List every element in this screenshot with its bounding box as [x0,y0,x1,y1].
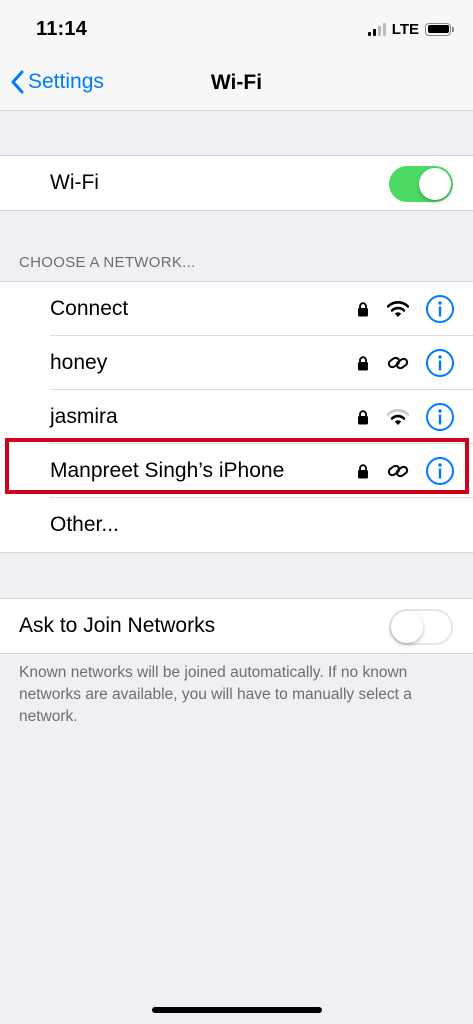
status-bar: 11:14 LTE [0,0,473,56]
wifi-row: Wi-Fi [0,156,473,210]
network-row-manpreet-iphone[interactable]: Manpreet Singh’s iPhone [0,444,473,498]
network-row-jasmira[interactable]: jasmira [0,390,473,444]
lock-icon [358,301,368,316]
network-row-connect[interactable]: Connect [0,282,473,336]
home-indicator[interactable] [152,1007,322,1013]
wifi-toggle-group: Wi-Fi [0,155,473,211]
lock-icon [358,463,368,478]
status-time: 11:14 [36,18,88,40]
navigation-bar: Settings Wi-Fi [0,56,473,111]
status-indicators: LTE [367,20,454,38]
lock-icon [358,355,368,370]
network-name: honey [50,351,108,374]
personal-hotspot-icon [387,356,409,370]
wifi-label: Wi-Fi [50,171,99,194]
lock-icon [358,409,368,424]
network-row-other[interactable]: Other... [0,498,473,552]
network-list: Connect honey jasmira Manpreet Singh’s i… [0,281,473,553]
network-row-honey[interactable]: honey [0,336,473,390]
ask-to-join-label: Ask to Join Networks [19,614,216,637]
ask-to-join-row: Ask to Join Networks [0,599,473,653]
cellular-signal-icon [367,22,386,36]
battery-icon [425,22,454,36]
network-name: jasmira [50,405,118,428]
ask-to-join-toggle[interactable] [389,609,453,645]
wifi-toggle[interactable] [389,166,453,202]
page-title: Wi-Fi [210,71,263,94]
info-icon[interactable] [425,402,455,432]
wifi-signal-icon [387,301,409,317]
network-name: Manpreet Singh’s iPhone [50,459,285,482]
network-name: Connect [50,297,129,320]
ask-to-join-group: Ask to Join Networks [0,598,473,654]
info-icon[interactable] [425,456,455,486]
wifi-signal-icon [387,409,409,425]
choose-network-header: CHOOSE A NETWORK... [19,254,196,271]
network-type-label: LTE [391,20,419,38]
info-icon[interactable] [425,348,455,378]
ask-to-join-note: Known networks will be joined automatica… [19,664,412,725]
personal-hotspot-icon [387,464,409,478]
other-network-label: Other... [50,513,119,536]
info-icon[interactable] [425,294,455,324]
